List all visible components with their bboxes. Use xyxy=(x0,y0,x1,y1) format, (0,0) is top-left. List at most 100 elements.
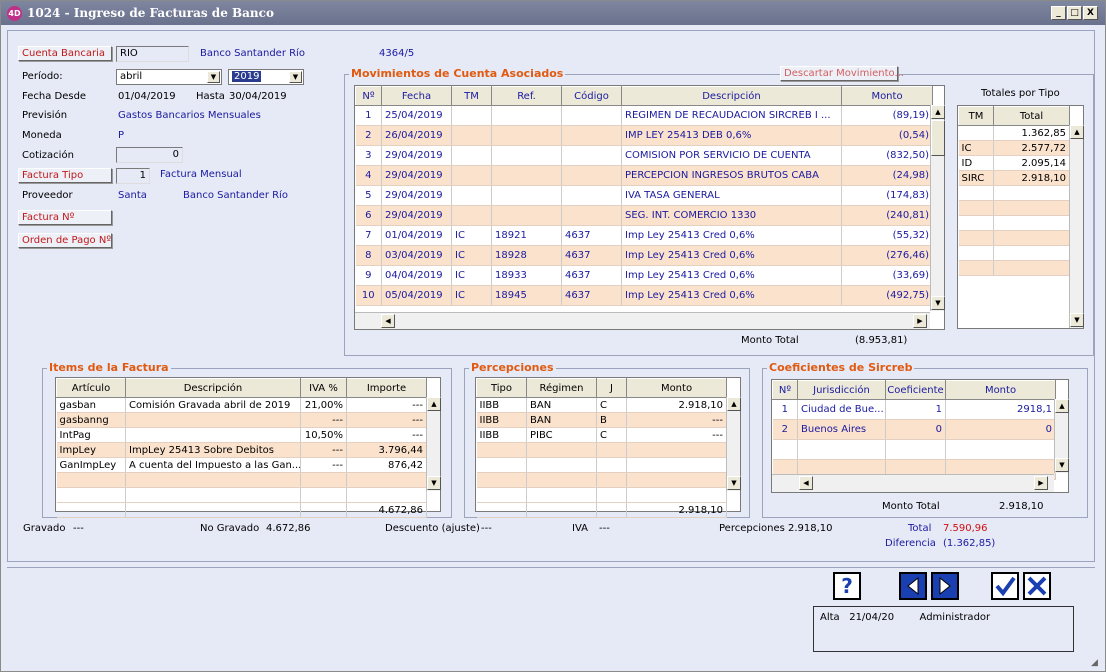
scroll-up-icon[interactable]: ▲ xyxy=(427,397,441,411)
table-row[interactable]: IC 2.577,72 xyxy=(958,140,1070,156)
table-row[interactable] xyxy=(958,245,1070,261)
maximize-button[interactable]: □ xyxy=(1067,6,1082,20)
table-row[interactable] xyxy=(476,472,727,488)
tot-col-header[interactable]: TM xyxy=(958,106,994,126)
table-row[interactable] xyxy=(476,487,727,503)
mov-col-header[interactable]: Descripción xyxy=(621,86,842,106)
cuenta-bancaria-button[interactable]: Cuenta Bancaria xyxy=(18,46,112,61)
scroll-down-icon[interactable]: ▼ xyxy=(1055,458,1069,472)
mov-col-header[interactable]: Código xyxy=(561,86,622,106)
table-row[interactable]: SIRC 2.918,10 xyxy=(958,170,1070,186)
periodo-anio-select[interactable]: 2019 ▼ xyxy=(228,69,304,85)
minimize-button[interactable]: _ xyxy=(1051,6,1066,20)
chevron-down-icon[interactable]: ▼ xyxy=(289,71,302,83)
scroll-up-icon[interactable]: ▲ xyxy=(727,397,741,411)
table-row[interactable] xyxy=(772,439,1056,460)
movimientos-vscroll[interactable]: ▲ ▼ xyxy=(930,105,945,311)
perc-col-header[interactable]: J xyxy=(596,378,627,398)
table-row[interactable]: gasbanng --- --- xyxy=(56,412,427,428)
totales-vscroll[interactable]: ▲ ▼ xyxy=(1069,125,1084,328)
cuenta-input[interactable]: RIO xyxy=(116,46,189,62)
perc-col-header[interactable]: Monto xyxy=(626,378,727,398)
perc-col-header[interactable]: Régimen xyxy=(526,378,597,398)
coef-col-header[interactable]: Monto xyxy=(945,380,1056,400)
tot-col-header[interactable]: Total xyxy=(993,106,1070,126)
table-row[interactable]: 1 25/04/2019 REGIMEN DE RECAUDACION SIRCRE… xyxy=(355,105,933,126)
table-row[interactable]: 4 29/04/2019 PERCEPCION INGRESOS BRUTOS CA… xyxy=(355,165,933,186)
table-row[interactable]: 3 29/04/2019 COMISION POR SERVICIO DE CUEN… xyxy=(355,145,933,166)
scroll-down-icon[interactable]: ▼ xyxy=(1070,313,1084,327)
table-row[interactable] xyxy=(958,230,1070,246)
items-col-header[interactable]: Importe xyxy=(346,378,427,398)
table-row[interactable]: 2 26/04/2019 IMP LEY 25413 DEB 0,6% (0,54) xyxy=(355,125,933,146)
table-row[interactable] xyxy=(476,457,727,473)
factura-tipo-input[interactable]: 1 xyxy=(116,168,150,184)
table-row[interactable] xyxy=(958,200,1070,216)
resize-grip-icon[interactable]: ◢ xyxy=(1091,657,1105,671)
table-row[interactable] xyxy=(476,442,727,458)
table-row[interactable]: 1 Ciudad de Bue... 1 2918,1 xyxy=(772,399,1056,420)
previous-button[interactable] xyxy=(899,572,927,600)
table-row[interactable]: 10 05/04/2019 IC 18945 4637 Imp Ley 25413 Cre… xyxy=(355,285,933,306)
scroll-left-icon[interactable]: ◀ xyxy=(799,476,813,490)
cancel-button[interactable] xyxy=(1023,572,1051,600)
table-row[interactable]: IntPag 10,50% --- xyxy=(56,427,427,443)
mov-col-header[interactable]: TM xyxy=(451,86,492,106)
table-row[interactable] xyxy=(958,260,1070,276)
periodo-mes-select[interactable]: abril ▼ xyxy=(116,69,222,85)
scroll-up-icon[interactable]: ▲ xyxy=(1070,125,1084,139)
mov-col-header[interactable]: Ref. xyxy=(491,86,562,106)
coef-col-header[interactable]: Nº xyxy=(772,380,798,400)
chevron-down-icon[interactable]: ▼ xyxy=(207,71,220,83)
table-row[interactable]: GanImpLey A cuenta del Impuesto a las Gan… xyxy=(56,457,427,473)
factura-tipo-button[interactable]: Factura Tipo xyxy=(18,168,112,183)
descartar-movimiento-button[interactable]: Descartar Movimiento... xyxy=(780,66,904,81)
table-row[interactable]: 1.362,85 xyxy=(958,125,1070,141)
coeficientes-hscroll[interactable]: ◀ ▶ xyxy=(772,474,1054,492)
scroll-right-icon[interactable]: ▶ xyxy=(1034,476,1048,490)
table-row[interactable]: 5 29/04/2019 IVA TASA GENERAL (174,83) xyxy=(355,185,933,206)
mov-col-header[interactable]: Fecha xyxy=(381,86,452,106)
items-col-header[interactable]: Artículo xyxy=(56,378,126,398)
scroll-right-icon[interactable]: ▶ xyxy=(913,314,927,328)
scroll-down-icon[interactable]: ▼ xyxy=(427,476,441,490)
table-row[interactable]: IIBB BAN B --- xyxy=(476,412,727,428)
coef-col-header[interactable]: Jurisdicción xyxy=(797,380,886,400)
items-vscroll[interactable]: ▲ ▼ xyxy=(426,397,441,491)
scroll-down-icon[interactable]: ▼ xyxy=(931,296,945,310)
close-button[interactable]: X xyxy=(1083,6,1098,20)
orden-pago-button[interactable]: Orden de Pago Nº xyxy=(18,233,112,248)
table-row[interactable]: 9 04/04/2019 IC 18933 4637 Imp Ley 25413 Cred… xyxy=(355,265,933,286)
table-row[interactable]: ImpLey ImpLey 25413 Sobre Debitos --- 3.796… xyxy=(56,442,427,458)
items-col-header[interactable]: IVA % xyxy=(300,378,347,398)
table-row[interactable]: 7 01/04/2019 IC 18921 4637 Imp Ley 25413 Cred… xyxy=(355,225,933,246)
mov-col-header[interactable]: Nº xyxy=(355,86,382,106)
coeficientes-vscroll[interactable]: ▲ ▼ xyxy=(1054,399,1069,473)
table-row[interactable] xyxy=(56,487,427,503)
table-row[interactable]: 6 29/04/2019 SEG. INT. COMERCIO 1330 (240,8… xyxy=(355,205,933,226)
scroll-up-icon[interactable]: ▲ xyxy=(1055,399,1069,413)
table-row[interactable]: IIBB PIBC C --- xyxy=(476,427,727,443)
coef-col-header[interactable]: Coeficiente xyxy=(885,380,946,400)
table-row[interactable] xyxy=(958,215,1070,231)
help-button[interactable]: ? xyxy=(833,572,861,600)
percepciones-vscroll[interactable]: ▲ ▼ xyxy=(726,397,741,491)
scroll-up-icon[interactable]: ▲ xyxy=(931,105,945,119)
mov-col-header[interactable]: Monto xyxy=(841,86,933,106)
table-row[interactable]: gasban Comisión Gravada abril de 2019 21,0… xyxy=(56,397,427,413)
table-row[interactable] xyxy=(56,472,427,488)
perc-col-header[interactable]: Tipo xyxy=(476,378,527,398)
table-row[interactable]: 2 Buenos Aires 0 0 xyxy=(772,419,1056,440)
movimientos-hscroll[interactable]: ◀ ▶ xyxy=(355,312,930,329)
items-col-header[interactable]: Descripción xyxy=(125,378,301,398)
scroll-left-icon[interactable]: ◀ xyxy=(381,314,395,328)
cotizacion-input[interactable]: 0 xyxy=(116,147,183,163)
next-button[interactable] xyxy=(931,572,959,600)
table-row[interactable]: ID 2.095,14 xyxy=(958,155,1070,171)
scroll-down-icon[interactable]: ▼ xyxy=(727,476,741,490)
accept-button[interactable] xyxy=(991,572,1019,600)
table-row[interactable]: 8 03/04/2019 IC 18928 4637 Imp Ley 25413 Cred… xyxy=(355,245,933,266)
table-row[interactable] xyxy=(958,185,1070,201)
table-row[interactable]: IIBB BAN C 2.918,10 xyxy=(476,397,727,413)
scroll-thumb[interactable] xyxy=(931,120,945,156)
